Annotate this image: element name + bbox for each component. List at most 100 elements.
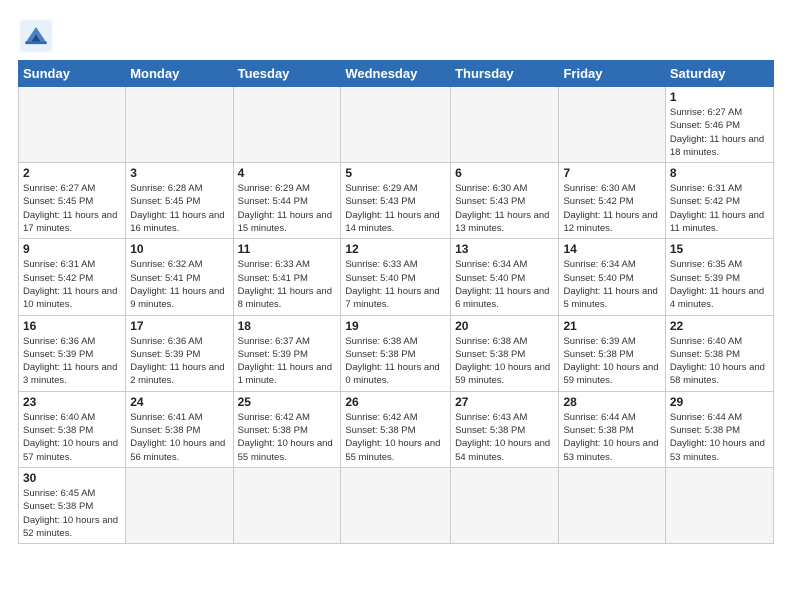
week-row-4: 16 Sunrise: 6:36 AM Sunset: 5:39 PM Dayli… xyxy=(19,315,774,391)
calendar-cell: 9Sunrise: 6:31 AM Sunset: 5:42 PM Daylig… xyxy=(19,239,126,315)
calendar-cell: 15 Sunrise: 6:35 AM Sunset: 5:39 PM Dayli… xyxy=(665,239,773,315)
calendar-cell: 29 Sunrise: 6:44 AM Sunset: 5:38 PM Dayli… xyxy=(665,391,773,467)
calendar-cell: 14 Sunrise: 6:34 AM Sunset: 5:40 PM Dayli… xyxy=(559,239,665,315)
calendar-cell: 24 Sunrise: 6:41 AM Sunset: 5:38 PM Dayli… xyxy=(126,391,233,467)
day-info: Sunrise: 6:29 AM Sunset: 5:44 PM Dayligh… xyxy=(238,182,337,235)
calendar-cell: 25Sunrise: 6:42 AM Sunset: 5:38 PM Dayli… xyxy=(233,391,341,467)
header xyxy=(18,18,774,54)
weekday-thursday: Thursday xyxy=(451,61,559,87)
day-info: Sunrise: 6:27 AM Sunset: 5:45 PM Dayligh… xyxy=(23,182,121,235)
day-number: 23 xyxy=(23,395,121,409)
calendar-cell: 11Sunrise: 6:33 AM Sunset: 5:41 PM Dayli… xyxy=(233,239,341,315)
week-row-1: 1 Sunrise: 6:27 AM Sunset: 5:46 PM Daylig… xyxy=(19,87,774,163)
day-number: 16 xyxy=(23,319,121,333)
day-info: Sunrise: 6:44 AM Sunset: 5:38 PM Dayligh… xyxy=(563,411,660,464)
weekday-friday: Friday xyxy=(559,61,665,87)
day-info: Sunrise: 6:34 AM Sunset: 5:40 PM Dayligh… xyxy=(455,258,554,311)
weekday-wednesday: Wednesday xyxy=(341,61,451,87)
calendar-cell: 18 Sunrise: 6:37 AM Sunset: 5:39 PM Dayli… xyxy=(233,315,341,391)
day-info: Sunrise: 6:37 AM Sunset: 5:39 PM Dayligh… xyxy=(238,335,337,388)
calendar-cell xyxy=(126,467,233,543)
calendar-cell: 1 Sunrise: 6:27 AM Sunset: 5:46 PM Daylig… xyxy=(665,87,773,163)
day-info: Sunrise: 6:28 AM Sunset: 5:45 PM Dayligh… xyxy=(130,182,228,235)
day-info: Sunrise: 6:38 AM Sunset: 5:38 PM Dayligh… xyxy=(345,335,446,388)
day-number: 29 xyxy=(670,395,769,409)
day-info: Sunrise: 6:42 AM Sunset: 5:38 PM Dayligh… xyxy=(345,411,446,464)
day-number: 30 xyxy=(23,471,121,485)
calendar-cell xyxy=(559,467,665,543)
day-number: 2 xyxy=(23,166,121,180)
calendar-cell: 13Sunrise: 6:34 AM Sunset: 5:40 PM Dayli… xyxy=(451,239,559,315)
weekday-header-row: SundayMondayTuesdayWednesdayThursdayFrid… xyxy=(19,61,774,87)
calendar: SundayMondayTuesdayWednesdayThursdayFrid… xyxy=(18,60,774,544)
day-info: Sunrise: 6:32 AM Sunset: 5:41 PM Dayligh… xyxy=(130,258,228,311)
day-number: 5 xyxy=(345,166,446,180)
weekday-saturday: Saturday xyxy=(665,61,773,87)
calendar-cell: 7 Sunrise: 6:30 AM Sunset: 5:42 PM Daylig… xyxy=(559,163,665,239)
calendar-cell: 4 Sunrise: 6:29 AM Sunset: 5:44 PM Daylig… xyxy=(233,163,341,239)
day-info: Sunrise: 6:34 AM Sunset: 5:40 PM Dayligh… xyxy=(563,258,660,311)
calendar-cell: 22 Sunrise: 6:40 AM Sunset: 5:38 PM Dayli… xyxy=(665,315,773,391)
day-number: 18 xyxy=(238,319,337,333)
logo xyxy=(18,18,58,54)
calendar-cell: 23 Sunrise: 6:40 AM Sunset: 5:38 PM Dayli… xyxy=(19,391,126,467)
calendar-cell: 5Sunrise: 6:29 AM Sunset: 5:43 PM Daylig… xyxy=(341,163,451,239)
day-number: 1 xyxy=(670,90,769,104)
calendar-cell: 19 Sunrise: 6:38 AM Sunset: 5:38 PM Dayli… xyxy=(341,315,451,391)
day-number: 14 xyxy=(563,242,660,256)
day-info: Sunrise: 6:33 AM Sunset: 5:41 PM Dayligh… xyxy=(238,258,337,311)
day-number: 7 xyxy=(563,166,660,180)
day-info: Sunrise: 6:31 AM Sunset: 5:42 PM Dayligh… xyxy=(23,258,121,311)
day-info: Sunrise: 6:38 AM Sunset: 5:38 PM Dayligh… xyxy=(455,335,554,388)
calendar-cell xyxy=(233,87,341,163)
day-info: Sunrise: 6:30 AM Sunset: 5:43 PM Dayligh… xyxy=(455,182,554,235)
calendar-cell xyxy=(451,87,559,163)
calendar-cell: 16 Sunrise: 6:36 AM Sunset: 5:39 PM Dayli… xyxy=(19,315,126,391)
weekday-sunday: Sunday xyxy=(19,61,126,87)
calendar-cell xyxy=(19,87,126,163)
calendar-cell xyxy=(126,87,233,163)
day-info: Sunrise: 6:35 AM Sunset: 5:39 PM Dayligh… xyxy=(670,258,769,311)
calendar-cell: 8Sunrise: 6:31 AM Sunset: 5:42 PM Daylig… xyxy=(665,163,773,239)
calendar-cell: 3 Sunrise: 6:28 AM Sunset: 5:45 PM Daylig… xyxy=(126,163,233,239)
calendar-cell xyxy=(665,467,773,543)
day-info: Sunrise: 6:36 AM Sunset: 5:39 PM Dayligh… xyxy=(23,335,121,388)
day-info: Sunrise: 6:41 AM Sunset: 5:38 PM Dayligh… xyxy=(130,411,228,464)
day-number: 4 xyxy=(238,166,337,180)
day-number: 27 xyxy=(455,395,554,409)
calendar-cell: 28Sunrise: 6:44 AM Sunset: 5:38 PM Dayli… xyxy=(559,391,665,467)
day-info: Sunrise: 6:40 AM Sunset: 5:38 PM Dayligh… xyxy=(23,411,121,464)
day-number: 10 xyxy=(130,242,228,256)
calendar-cell: 2 Sunrise: 6:27 AM Sunset: 5:45 PM Daylig… xyxy=(19,163,126,239)
calendar-cell: 30 Sunrise: 6:45 AM Sunset: 5:38 PM Dayli… xyxy=(19,467,126,543)
day-info: Sunrise: 6:44 AM Sunset: 5:38 PM Dayligh… xyxy=(670,411,769,464)
week-row-2: 2 Sunrise: 6:27 AM Sunset: 5:45 PM Daylig… xyxy=(19,163,774,239)
calendar-cell xyxy=(451,467,559,543)
calendar-cell xyxy=(341,87,451,163)
day-number: 24 xyxy=(130,395,228,409)
weekday-monday: Monday xyxy=(126,61,233,87)
day-info: Sunrise: 6:31 AM Sunset: 5:42 PM Dayligh… xyxy=(670,182,769,235)
day-info: Sunrise: 6:45 AM Sunset: 5:38 PM Dayligh… xyxy=(23,487,121,540)
day-number: 22 xyxy=(670,319,769,333)
page: SundayMondayTuesdayWednesdayThursdayFrid… xyxy=(0,0,792,612)
calendar-cell: 20Sunrise: 6:38 AM Sunset: 5:38 PM Dayli… xyxy=(451,315,559,391)
day-number: 17 xyxy=(130,319,228,333)
day-info: Sunrise: 6:40 AM Sunset: 5:38 PM Dayligh… xyxy=(670,335,769,388)
day-info: Sunrise: 6:30 AM Sunset: 5:42 PM Dayligh… xyxy=(563,182,660,235)
calendar-cell: 27 Sunrise: 6:43 AM Sunset: 5:38 PM Dayli… xyxy=(451,391,559,467)
calendar-cell: 21Sunrise: 6:39 AM Sunset: 5:38 PM Dayli… xyxy=(559,315,665,391)
day-number: 15 xyxy=(670,242,769,256)
day-number: 3 xyxy=(130,166,228,180)
day-info: Sunrise: 6:27 AM Sunset: 5:46 PM Dayligh… xyxy=(670,106,769,159)
day-info: Sunrise: 6:43 AM Sunset: 5:38 PM Dayligh… xyxy=(455,411,554,464)
calendar-cell: 12Sunrise: 6:33 AM Sunset: 5:40 PM Dayli… xyxy=(341,239,451,315)
calendar-cell: 10 Sunrise: 6:32 AM Sunset: 5:41 PM Dayli… xyxy=(126,239,233,315)
day-number: 19 xyxy=(345,319,446,333)
calendar-cell: 6Sunrise: 6:30 AM Sunset: 5:43 PM Daylig… xyxy=(451,163,559,239)
calendar-cell: 26Sunrise: 6:42 AM Sunset: 5:38 PM Dayli… xyxy=(341,391,451,467)
day-info: Sunrise: 6:33 AM Sunset: 5:40 PM Dayligh… xyxy=(345,258,446,311)
week-row-3: 9Sunrise: 6:31 AM Sunset: 5:42 PM Daylig… xyxy=(19,239,774,315)
calendar-cell xyxy=(233,467,341,543)
day-info: Sunrise: 6:39 AM Sunset: 5:38 PM Dayligh… xyxy=(563,335,660,388)
